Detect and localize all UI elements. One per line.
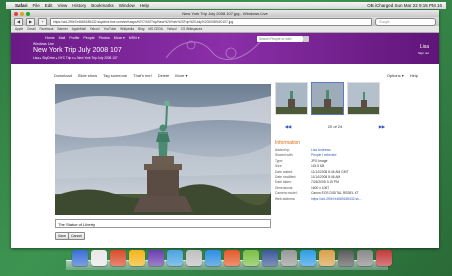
nav-people[interactable]: People [83,36,94,40]
information-heading: Information [275,140,301,146]
thumbnail-previous[interactable] [275,82,308,115]
info-row: Web address: https://cid-2f0b7e4669185432… [275,197,415,202]
bookmark-item[interactable]: MS CEDA [148,26,163,32]
options-menu[interactable]: Options ▾ [387,73,404,78]
minimize-window-icon[interactable] [20,11,24,16]
bookmark-item[interactable]: AppleMail [72,26,86,32]
live-search-input[interactable]: Search People or web [257,36,303,42]
windows-live-logo[interactable]: Windows Live [33,42,54,46]
window-titlebar: New York Trip July 2008 107.jpg - Window… [11,10,439,17]
dock-icons [72,250,392,266]
photo-pager: ◀◀ 20 of 24 ▶▶ [285,124,385,129]
dock-app-icon[interactable] [338,250,354,266]
window-controls [14,11,30,16]
menu-bookmarks[interactable]: Bookmarks [91,2,114,9]
address-bar[interactable]: https://cid-2f0b7e4669185432.skydrive.li… [50,17,372,26]
bookmark-item[interactable]: Yahoo! [90,26,100,32]
caption-input[interactable]: The Statue of Liberty [55,219,271,228]
dock-app-icon[interactable] [129,250,145,266]
decorative-swirl-graphic [165,40,262,60]
dock-app-icon[interactable] [243,250,259,266]
nav-profile[interactable]: Profile [69,36,79,40]
slide-show-link[interactable]: Slide show [78,73,97,78]
menu-view[interactable]: View [58,2,68,9]
menu-extras: OB iCharged Sun Mar 22 9:15 PM 16 [367,3,442,8]
menu-window[interactable]: Window [119,2,135,9]
menu-file[interactable]: File [33,2,40,9]
bookmark-item[interactable]: Wikipedia [120,26,134,32]
save-button[interactable]: Save [55,232,69,240]
main-photo[interactable] [55,84,271,215]
search-icon[interactable] [303,36,309,42]
more-menu[interactable]: More ▾ [175,73,187,78]
menu-help[interactable]: Help [140,2,149,9]
nav-mail[interactable]: Mail [59,36,66,40]
photo-actions-right: Options ▾ Help [387,73,418,78]
bookmark-item[interactable]: Gmail [27,26,35,32]
window-title: New York Trip July 2008 107.jpg - Window… [182,11,268,16]
windows-live-header: Home Mail Profile People Photos More ▾ M… [11,33,439,64]
bookmark-item[interactable]: Yahoo! [167,26,177,32]
download-link[interactable]: Download [54,73,72,78]
help-link[interactable]: Help [410,73,418,78]
previous-photo-icon[interactable]: ◀◀ [285,124,291,129]
bookmark-item[interactable]: Banner [57,26,67,32]
thats-me-link[interactable]: That's me! [133,73,152,78]
bookmark-item[interactable]: CS Wikispaces [181,26,202,32]
page-title: New York Trip July 2008 107 [33,47,122,54]
zoom-window-icon[interactable] [26,11,30,16]
dock-app-icon[interactable] [281,250,297,266]
cancel-button[interactable]: Cancel [68,232,85,240]
dock-app-icon[interactable] [110,250,126,266]
close-window-icon[interactable] [14,11,18,16]
photo-actions: Download Slide show Tag someone That's m… [54,73,188,78]
dock-app-icon[interactable] [262,250,278,266]
back-button[interactable]: ◀ [14,17,23,26]
menu-safari[interactable]: Safari [15,2,28,9]
menu-edit[interactable]: Edit [45,2,53,9]
browser-toolbar: ◀ ▶ + https://cid-2f0b7e4669185432.skydr… [11,17,439,26]
bookmarks-bar: Apple Gmail Facebook Banner AppleMail Ya… [11,26,439,33]
user-name[interactable]: Lisa [420,44,429,50]
dock-app-icon[interactable] [205,250,221,266]
dock-app-icon[interactable] [148,250,164,266]
breadcrumb[interactable]: Lisa ▸ SkyDrive ▸ NYC Trip ▾ ▸ New York … [33,56,118,60]
dock-app-icon[interactable] [72,250,88,266]
nav-home[interactable]: Home [45,36,55,40]
menu-bar: Safari File Edit View History Bookmarks … [6,2,446,9]
web-address-link[interactable]: https://cid-2f0b7e4669185432.sk... [311,197,362,202]
dock-app-icon[interactable] [186,250,202,266]
dock-app-icon[interactable] [167,250,183,266]
information-panel: Information Added by: Lisa Andrews Shared… [275,140,415,202]
dock [66,248,392,272]
info-label: Web address: [275,196,296,201]
google-search-field[interactable]: Google [375,17,436,26]
dock-app-icon[interactable] [376,250,392,266]
thumbnail-current[interactable] [311,82,344,115]
bookmark-item[interactable]: YouTube [104,26,117,32]
thumbnail-next[interactable] [347,82,380,115]
bookmark-item[interactable]: Blog [138,26,144,32]
delete-link[interactable]: Delete [158,73,170,78]
forward-button[interactable]: ▶ [26,17,35,26]
nav-photos[interactable]: Photos [99,36,110,40]
dock-app-icon[interactable] [300,250,316,266]
dock-app-icon[interactable] [319,250,335,266]
dock-app-icon[interactable] [224,250,240,266]
nav-msn[interactable]: MSN ▾ [129,36,140,40]
nav-more[interactable]: More ▾ [114,36,125,40]
tag-someone-link[interactable]: Tag someone [103,73,127,78]
thumbnail-strip [275,82,395,120]
add-bookmark-button[interactable]: + [38,17,47,26]
live-nav: Home Mail Profile People Photos More ▾ M… [45,36,140,40]
dock-app-icon[interactable] [357,250,373,266]
dock-app-icon[interactable] [91,250,107,266]
menu-history[interactable]: History [72,2,86,9]
bookmark-item[interactable]: Apple [15,26,23,32]
bookmark-item[interactable]: Facebook [39,26,53,32]
next-photo-icon[interactable]: ▶▶ [379,124,385,129]
photo-position: 20 of 24 [327,124,343,129]
sign-out-link[interactable]: Sign out [418,51,429,55]
